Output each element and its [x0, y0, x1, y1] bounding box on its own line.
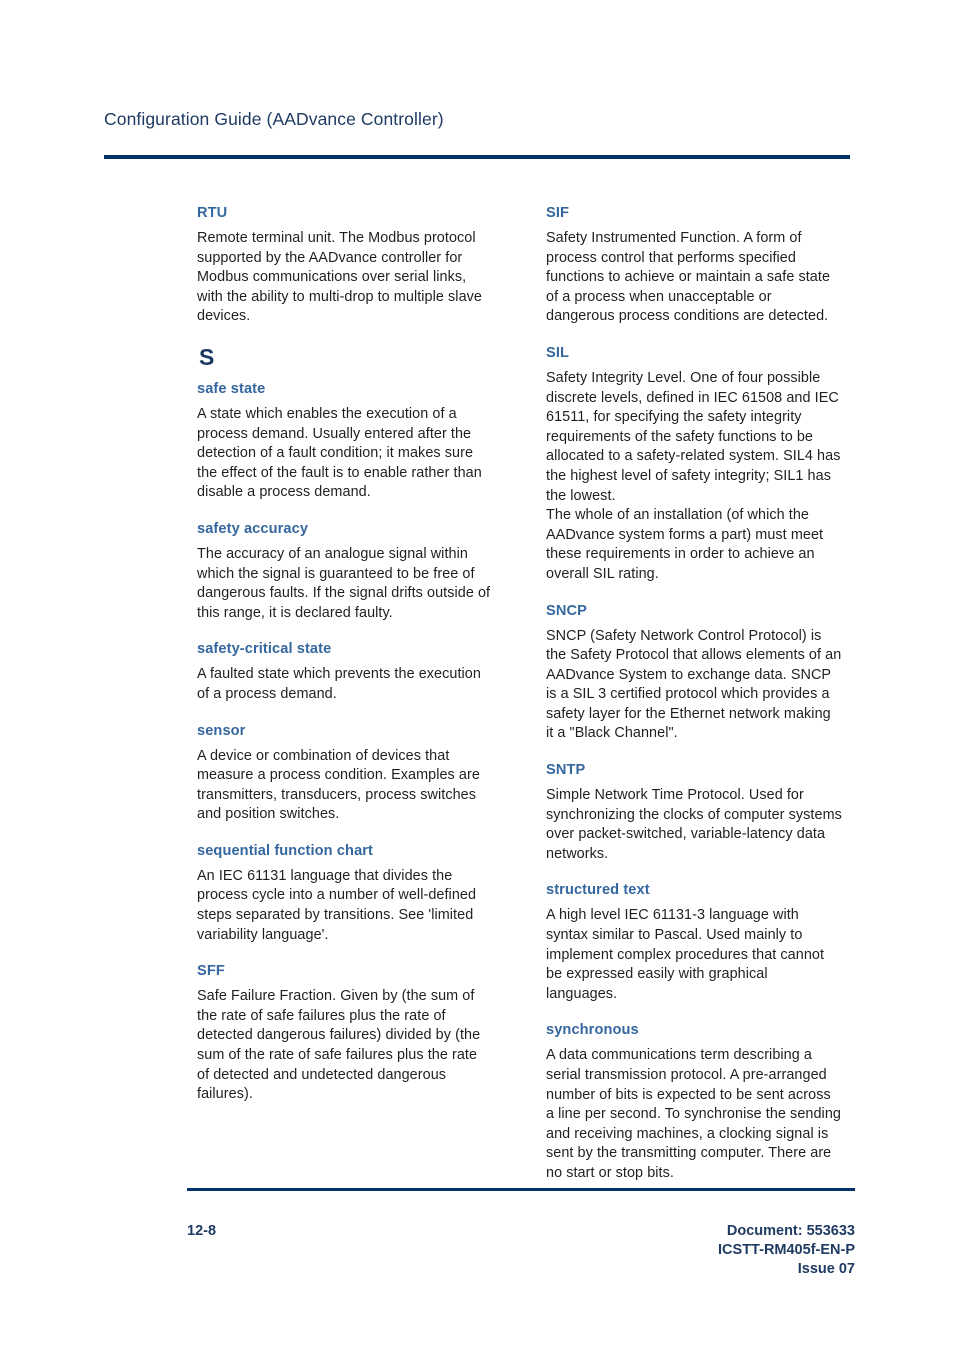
glossary-definition-structured-text: A high level IEC 61131-3 language with s…	[546, 907, 825, 1002]
glossary-entry-safe-state: safe state A state which enables the exe…	[197, 380, 493, 503]
glossary-term-safety-critical-state: safety-critical state	[197, 641, 332, 658]
glossary-definition-sif: Safety Instrumented Function. A form of …	[546, 230, 831, 325]
footer-document-number: Document: 553633	[726, 1223, 855, 1239]
glossary-entry-synchronous: synchronous A data communications term d…	[546, 1021, 842, 1183]
glossary-entry-sncp: SNCP SNCP (Safety Network Control Protoc…	[546, 602, 842, 745]
glossary-definition-sncp: SNCP (Safety Network Control Protocol) i…	[546, 627, 842, 742]
glossary-term-safe-state: safe state	[197, 380, 266, 397]
glossary-entry-safety-accuracy: safety accuracy The accuracy of an analo…	[197, 520, 493, 623]
glossary-term-sequential-function-chart: sequential function chart	[197, 842, 374, 859]
glossary-term-rtu: RTU	[197, 205, 228, 221]
glossary-definition-sil-continued: The whole of an installation (of which t…	[546, 507, 824, 582]
glossary-entry-sil: SIL Safety Integrity Level. One of four …	[546, 344, 842, 585]
glossary-definition-sequential-function-chart: An IEC 61131 language that divides the p…	[197, 867, 477, 943]
glossary-entry-sif: SIF Safety Instrumented Function. A form…	[546, 204, 842, 327]
glossary-term-synchronous: synchronous	[546, 1022, 639, 1039]
page-header: Configuration Guide (AADvance Controller…	[104, 108, 850, 130]
glossary-column-left: RTU Remote terminal unit. The Modbus pro…	[197, 204, 493, 1105]
glossary-entry-structured-text: structured text A high level IEC 61131-3…	[546, 881, 842, 1004]
glossary-term-sntp: SNTP	[546, 762, 586, 779]
glossary-definition-sff: Safe Failure Fraction. Given by (the sum…	[197, 988, 481, 1103]
page-title: Configuration Guide (AADvance Controller…	[104, 109, 444, 129]
glossary-column-right: SIF Safety Instrumented Function. A form…	[546, 204, 842, 1184]
glossary-entry-rtu: RTU Remote terminal unit. The Modbus pro…	[197, 204, 493, 327]
glossary-definition-sntp: Simple Network Time Protocol. Used for s…	[546, 787, 842, 862]
glossary-definition-sil: Safety Integrity Level. One of four poss…	[546, 369, 841, 504]
footer-issue: Issue 07	[797, 1261, 855, 1277]
glossary-entry-sensor: sensor A device or combination of device…	[197, 722, 493, 825]
glossary-term-structured-text: structured text	[546, 882, 650, 899]
section-letter-heading-s: S	[199, 343, 215, 370]
glossary-term-sil: SIL	[546, 344, 570, 361]
footer-document-code: ICSTT-RM405f-EN-P	[718, 1242, 855, 1258]
glossary-term-sif: SIF	[546, 205, 570, 221]
glossary-entry-safety-critical-state: safety-critical state A faulted state wh…	[197, 640, 493, 704]
glossary-definition-rtu: Remote terminal unit. The Modbus protoco…	[197, 230, 482, 325]
glossary-entry-sequential-function-chart: sequential function chart An IEC 61131 l…	[197, 842, 493, 945]
glossary-entry-sntp: SNTP Simple Network Time Protocol. Used …	[546, 761, 842, 864]
document-page: Configuration Guide (AADvance Controller…	[0, 0, 954, 1349]
glossary-definition-safety-critical-state: A faulted state which prevents the execu…	[197, 666, 481, 702]
page-footer: 12-8 Document: 553633 ICSTT-RM405f-EN-P …	[187, 1222, 855, 1279]
glossary-definition-sensor: A device or combination of devices that …	[197, 747, 480, 823]
glossary-definition-safety-accuracy: The accuracy of an analogue signal withi…	[197, 545, 491, 621]
glossary-body: RTU Remote terminal unit. The Modbus pro…	[0, 204, 954, 1181]
glossary-term-sff: SFF	[197, 963, 225, 980]
footer-divider	[187, 1188, 855, 1191]
glossary-entry-sff: SFF Safe Failure Fraction. Given by (the…	[197, 962, 493, 1105]
glossary-term-safety-accuracy: safety accuracy	[197, 520, 309, 537]
footer-page-number: 12-8	[187, 1223, 217, 1239]
glossary-definition-synchronous: A data communications term describing a …	[546, 1047, 841, 1181]
glossary-term-sensor: sensor	[197, 722, 246, 739]
header-divider	[104, 155, 850, 159]
glossary-definition-safe-state: A state which enables the execution of a…	[197, 405, 482, 501]
glossary-term-sncp: SNCP	[546, 602, 587, 619]
footer-document-info: Document: 553633 ICSTT-RM405f-EN-P Issue…	[718, 1222, 855, 1279]
